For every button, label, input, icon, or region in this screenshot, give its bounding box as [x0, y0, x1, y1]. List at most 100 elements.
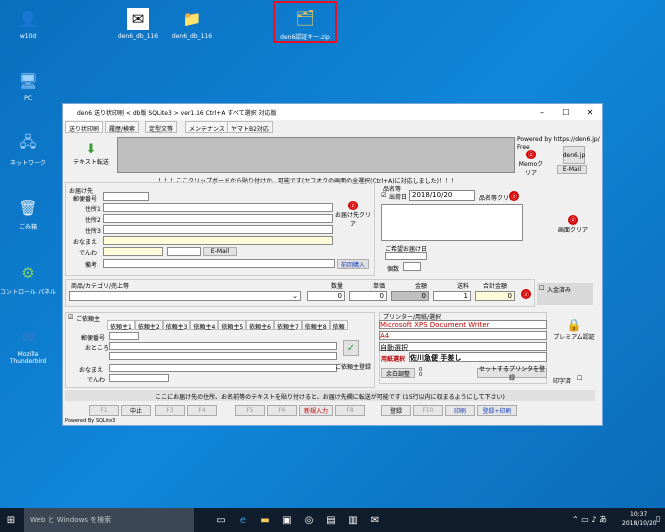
sender-tab-1[interactable]: 依頼主1 [107, 320, 135, 331]
desktop-icon-thunderbird[interactable]: ✉ Mozilla Thunderbird [0, 326, 58, 365]
sender-addr2-input[interactable] [109, 352, 337, 360]
notification-icon[interactable]: ▯ [656, 514, 660, 523]
tab-templates[interactable]: 定型文等 [145, 121, 178, 133]
fkey-f1[interactable]: F1 [89, 405, 119, 416]
ship-date-picker[interactable]: 2018/10/20 [409, 190, 475, 201]
fkey-f3[interactable]: F3 [155, 405, 185, 416]
desktop-icon-w10d[interactable]: 👤 w10d [0, 8, 58, 40]
margin-adjust-button[interactable]: 余白調整 [381, 368, 415, 378]
sender-checkbox[interactable]: ☑ [68, 314, 73, 321]
goods-select[interactable]: ⌄ [69, 291, 301, 301]
clock-time[interactable]: 10:37 [630, 511, 647, 518]
printer-name[interactable]: Microsoft XPS Document Writer [379, 320, 547, 329]
sender-tab-8[interactable]: 依頼主8 [301, 320, 330, 331]
paid-checkbox[interactable]: ☐ [539, 285, 544, 292]
fkey-cancel[interactable]: 中止 [121, 405, 151, 416]
sender-tab-6[interactable]: 依頼主6 [246, 320, 274, 331]
sender-tab-3[interactable]: 依頼主3 [162, 320, 191, 331]
sender-tel-input[interactable] [109, 374, 169, 382]
tel2-input[interactable] [167, 247, 201, 256]
goods-clear-icon[interactable]: Ⓩ [521, 289, 531, 299]
clock-date[interactable]: 2018/10/20 [622, 520, 657, 527]
screen-clear-button[interactable]: Ⓩ 画面クリア [555, 212, 591, 236]
paper-select[interactable]: 佐川急便 手差し [409, 352, 547, 362]
paper-size[interactable]: A4 [379, 331, 547, 340]
fkey-f4[interactable]: F4 [187, 405, 217, 416]
sender-tab-2[interactable]: 依頼主2 [134, 320, 163, 331]
delivery-input[interactable] [385, 252, 427, 260]
price-input[interactable]: 0 [349, 291, 387, 301]
control-panel-icon: ⚙ [21, 264, 35, 282]
fkey-print[interactable]: 印刷 [445, 405, 475, 416]
desktop-icon-zip[interactable]: 🗂 den6認証キー.zip [273, 1, 337, 43]
printed-checkbox[interactable]: ☐ [577, 375, 582, 382]
desktop-icon-recycle[interactable]: 🗑 ごみ箱 [0, 197, 58, 231]
name-input[interactable] [103, 236, 333, 245]
item-clear-icon[interactable]: Ⓩ [509, 191, 519, 201]
tab-history[interactable]: 履歴/検索 [105, 121, 140, 133]
desktop-icon-pc[interactable]: 🖥 PC [0, 70, 58, 102]
den6-button[interactable]: den6.jp [563, 146, 585, 164]
explorer-icon[interactable]: ▬ [254, 508, 276, 532]
sender-tab-5[interactable]: 依頼主5 [218, 320, 247, 331]
tab-maintenance[interactable]: メンテナンス [185, 121, 229, 133]
app-icon-3[interactable]: ▥ [342, 508, 364, 532]
sender-zip-input[interactable] [109, 332, 139, 340]
start-button[interactable]: ⊞ [0, 508, 22, 532]
minimize-button[interactable]: – [530, 108, 554, 117]
fkey-f5[interactable]: F5 [235, 405, 265, 416]
memo-clear-button[interactable]: Ⓩ Memoクリア [517, 149, 545, 177]
sender-register-button[interactable]: ✓ [343, 340, 359, 356]
sender-name-input[interactable] [109, 364, 337, 372]
addr3-input[interactable] [103, 225, 333, 234]
fkey-f10[interactable]: F10 [413, 405, 443, 416]
desktop-icon-den6-db-folder[interactable]: 📁 den6_db_116 [162, 8, 222, 40]
tab-yamato[interactable]: ヤマトB2対応 [227, 121, 273, 133]
fkey-f8[interactable]: F8 [335, 405, 365, 416]
note-input[interactable] [103, 259, 335, 268]
ship-date-checkbox[interactable]: ☑ [381, 192, 386, 199]
shipping-input[interactable]: 1 [433, 291, 471, 301]
desktop-icon-den6-db[interactable]: ✉ den6_db_116 [108, 8, 168, 40]
email-dest-button[interactable]: E-Mail [203, 247, 237, 256]
fkey-register-print[interactable]: 登録+印刷 [477, 405, 517, 416]
auto-select[interactable]: 自動選択 [379, 342, 547, 352]
sender-addr1-input[interactable] [109, 342, 337, 350]
app-icon-2[interactable]: ▤ [320, 508, 342, 532]
app-icon-1[interactable]: ◎ [298, 508, 320, 532]
addr1-input[interactable] [103, 203, 333, 212]
edge-icon[interactable]: e [232, 508, 254, 532]
qty-input[interactable]: 0 [307, 291, 345, 301]
desktop-icon-network[interactable]: 🖧 ネットワーク [0, 133, 58, 168]
addr2-input[interactable] [103, 214, 333, 223]
clear-icon: Ⓩ [568, 214, 578, 225]
fkey-register[interactable]: 登録 [381, 405, 411, 416]
item-textarea[interactable] [381, 204, 523, 241]
set-printer-button[interactable]: セットするプリンタを登録 [477, 366, 547, 382]
paste-text-button[interactable]: ⬇ テキスト転送 [69, 139, 113, 169]
clipboard-paste-area[interactable] [117, 137, 515, 173]
task-view-icon[interactable]: ▭ [210, 508, 232, 532]
premium-auth-button[interactable]: 🔒 プレミアム認証 [553, 314, 595, 344]
store-icon[interactable]: ▣ [276, 508, 298, 532]
count-input[interactable] [403, 262, 421, 271]
dest-clear-button[interactable]: Ⓩ お届け先クリア [335, 200, 371, 228]
tray-icons[interactable]: ⌃ ▭ ♪ あ [572, 514, 607, 525]
email-top-button[interactable]: E-Mail [557, 165, 587, 174]
sender-tab-7[interactable]: 依頼主7 [273, 320, 302, 331]
fkey-new[interactable]: 新規入力 [299, 405, 333, 416]
tab-print[interactable]: 送り状印刷 [65, 121, 104, 133]
sender-tab-9[interactable]: 依頼 [329, 320, 348, 331]
tel-input[interactable] [103, 247, 163, 256]
zip-input[interactable] [103, 192, 149, 201]
sender-tab-4[interactable]: 依頼主4 [190, 320, 219, 331]
goods-title: 商品/カテゴリ/売上等 [71, 283, 130, 290]
maximize-button[interactable]: ☐ [554, 108, 578, 117]
den6-task-icon[interactable]: ✉ [364, 508, 386, 532]
app-window: den6 送り状印刷 < db版 SQLite3 > ver1.16 Ctrl+… [62, 103, 603, 426]
fkey-f6[interactable]: F6 [267, 405, 297, 416]
close-button[interactable]: ✕ [578, 108, 602, 117]
previous-purchase-button[interactable]: 前回購入 [337, 259, 369, 269]
search-box[interactable]: Web と Windows を検索 [24, 508, 194, 532]
desktop-icon-control-panel[interactable]: ⚙ コントロール パネル [0, 262, 58, 296]
